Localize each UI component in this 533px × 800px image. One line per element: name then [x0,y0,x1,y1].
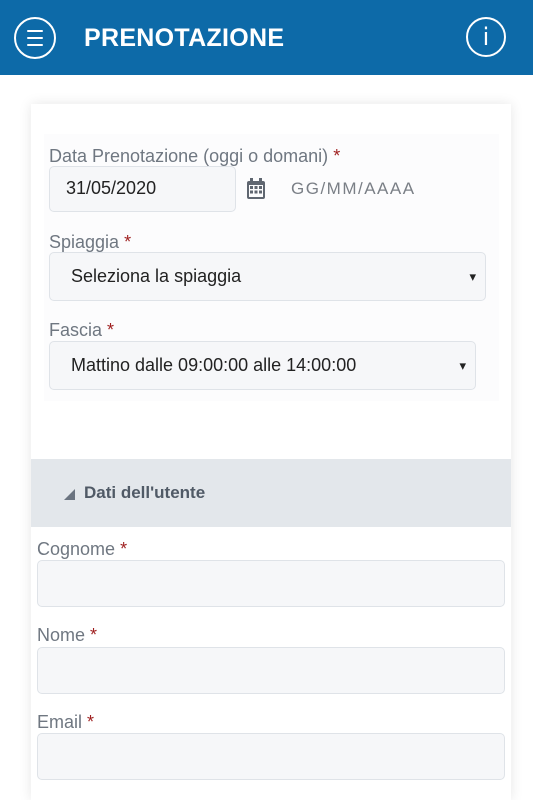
surname-input[interactable] [37,560,505,607]
required-mark: * [333,146,341,166]
section-title: Dati dell'utente [84,483,206,502]
name-label: Nome * [37,625,98,645]
beach-label: Spiaggia * [49,232,132,252]
user-data-section-header[interactable]: Dati dell'utente [31,459,511,527]
collapse-triangle-icon [64,489,75,500]
booking-form-card: Data Prenotazione (oggi o domani) * 31/0… [31,104,511,800]
slot-label: Fascia * [49,320,115,340]
beach-select[interactable]: Seleziona la spiaggia ▾ [49,252,486,301]
page-title: PRENOTAZIONE [84,24,285,52]
booking-details-panel: Data Prenotazione (oggi o domani) * 31/0… [44,134,499,401]
date-input[interactable]: 31/05/2020 [49,166,236,212]
date-label: Data Prenotazione (oggi o domani) * [49,146,341,166]
required-mark: * [107,320,115,340]
required-mark: * [87,712,95,732]
required-mark: * [124,232,132,252]
required-mark: * [120,539,128,559]
hamburger-menu-icon[interactable] [14,17,56,59]
calendar-icon[interactable] [246,178,266,200]
chevron-down-icon: ▾ [459,358,466,373]
email-label: Email * [37,712,95,732]
app-header: PRENOTAZIONE i [0,0,533,75]
surname-label: Cognome * [37,539,128,559]
time-slot-select[interactable]: Mattino dalle 09:00:00 alle 14:00:00 ▾ [49,341,476,390]
email-input[interactable] [37,733,505,780]
required-mark: * [90,625,98,645]
info-icon[interactable]: i [466,17,506,57]
date-format-hint: GG/MM/AAAA [291,179,416,198]
chevron-down-icon: ▾ [469,269,476,284]
name-input[interactable] [37,647,505,694]
